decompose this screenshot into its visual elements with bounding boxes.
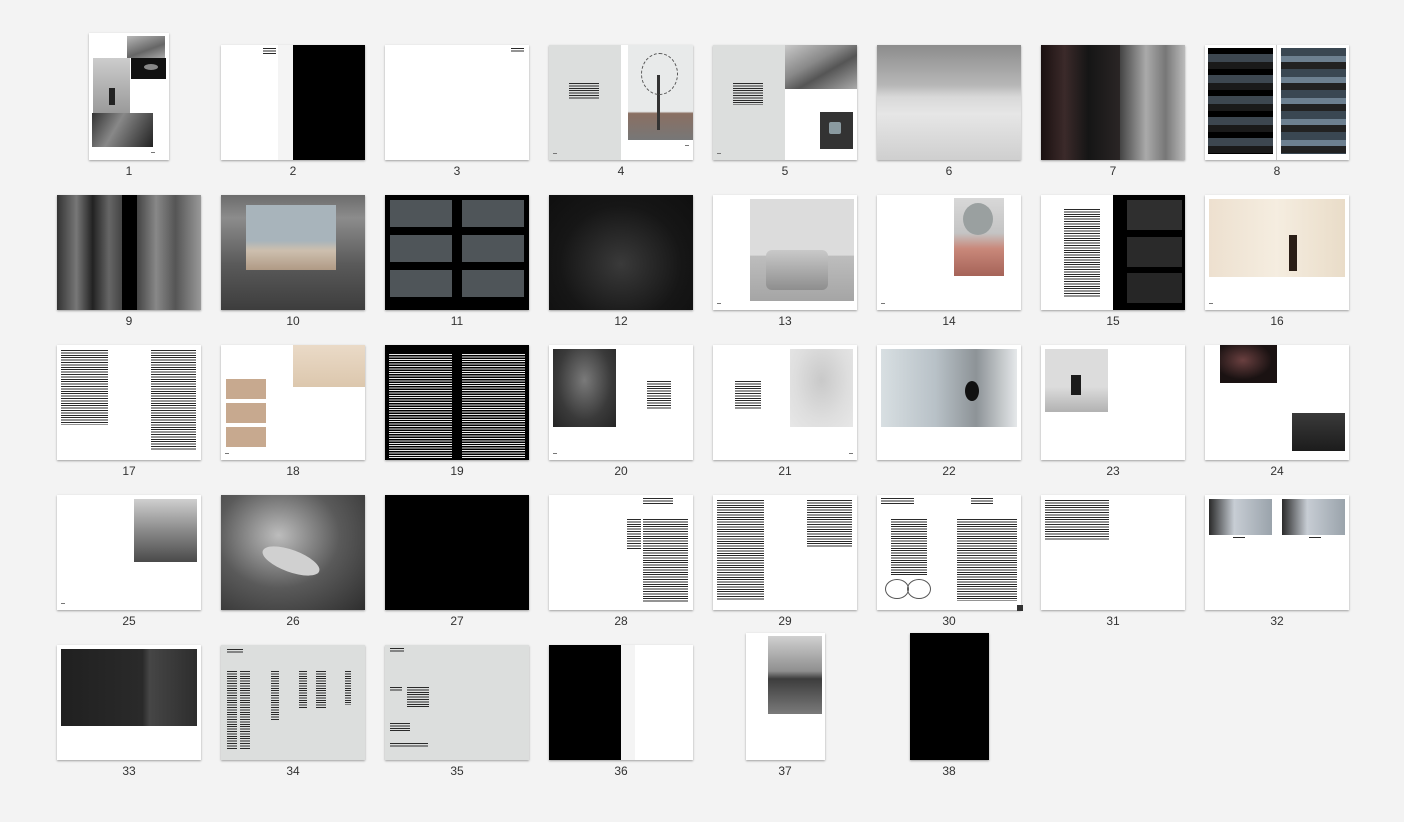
page-number: 23 (1106, 464, 1120, 478)
page-number: 38 (942, 764, 956, 778)
page-number: 10 (286, 314, 300, 328)
page-number: 28 (614, 614, 628, 628)
page-number: 5 (781, 164, 789, 178)
page-number: 27 (450, 614, 464, 628)
page-number: 7 (1109, 164, 1117, 178)
page-preview (57, 345, 201, 460)
page-number: 18 (286, 464, 300, 478)
page-number: 15 (1106, 314, 1120, 328)
page-number: 33 (122, 764, 136, 778)
page-number: 4 (617, 164, 625, 178)
page-number: 20 (614, 464, 628, 478)
page-preview (385, 645, 529, 760)
page-number: 6 (945, 164, 953, 178)
page-number: 32 (1270, 614, 1284, 628)
page-number: 34 (286, 764, 300, 778)
page-preview (221, 195, 365, 310)
page-preview (877, 45, 1021, 160)
page-preview (746, 633, 825, 760)
page-number: 17 (122, 464, 136, 478)
page-number: 29 (778, 614, 792, 628)
page-number: 25 (122, 614, 136, 628)
page-preview (713, 195, 857, 310)
page-preview (89, 33, 169, 160)
page-number: 22 (942, 464, 956, 478)
page-number: 24 (1270, 464, 1284, 478)
page-number: 14 (942, 314, 956, 328)
page-preview (1041, 495, 1185, 610)
page-number: 2 (289, 164, 297, 178)
page-number: 9 (125, 314, 133, 328)
page-preview (877, 195, 1021, 310)
page-preview (221, 345, 365, 460)
page-preview (713, 45, 857, 160)
page-preview (57, 645, 201, 760)
page-number: 11 (450, 314, 464, 328)
page-preview (549, 345, 693, 460)
page-preview (385, 195, 529, 310)
page-number: 21 (778, 464, 792, 478)
page-number: 35 (450, 764, 464, 778)
page-preview (57, 195, 201, 310)
page-preview (910, 633, 989, 760)
page-preview (221, 495, 365, 610)
page-preview (1041, 45, 1185, 160)
page-preview (877, 345, 1021, 460)
page-number: 13 (778, 314, 792, 328)
page-number: 31 (1106, 614, 1120, 628)
page-preview (57, 495, 201, 610)
page-preview (1205, 495, 1349, 610)
page-number: 12 (614, 314, 628, 328)
page-preview (713, 345, 857, 460)
page-number: 1 (125, 164, 133, 178)
page-preview (1041, 345, 1185, 460)
page-number: 36 (614, 764, 628, 778)
page-preview (1205, 195, 1349, 310)
page-preview (385, 45, 529, 160)
page-preview (1205, 345, 1349, 460)
page-preview (1041, 195, 1185, 310)
page-preview (549, 645, 693, 760)
page-preview (549, 195, 693, 310)
page-number: 30 (942, 614, 956, 628)
page-preview (877, 495, 1021, 610)
page-number: 3 (453, 164, 461, 178)
page-number: 37 (778, 764, 792, 778)
page-number: 26 (286, 614, 300, 628)
page-marker (1017, 605, 1023, 611)
page-preview (549, 45, 693, 160)
page-preview (713, 495, 857, 610)
page-preview (385, 345, 529, 460)
page-thumbnail-grid: 1 2 3 4 5 6 7 8 9 10 11 12 13 14 15 16 1… (0, 0, 1404, 822)
page-preview (385, 495, 529, 610)
page-number: 19 (450, 464, 464, 478)
page-preview (549, 495, 693, 610)
page-preview (221, 645, 365, 760)
page-number: 8 (1273, 164, 1281, 178)
page-preview (221, 45, 365, 160)
page-preview (1205, 45, 1349, 160)
page-number: 16 (1270, 314, 1284, 328)
